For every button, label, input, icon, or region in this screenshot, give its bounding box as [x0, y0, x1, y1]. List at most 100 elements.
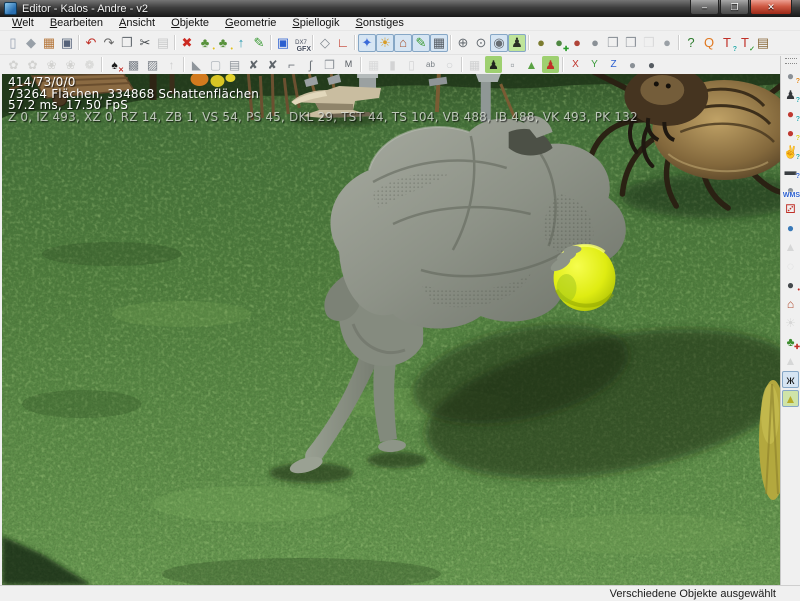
tree-paint-alt-icon[interactable]: ♣• [214, 34, 232, 52]
delete-icon[interactable]: ✖ [178, 34, 196, 52]
sphere-markers-icon[interactable]: ●• [782, 276, 799, 293]
mesh-object-icon[interactable]: ◆ [22, 34, 40, 52]
select-add-icon[interactable]: ⊕ [454, 34, 472, 52]
select-box-icon[interactable]: ◉ [490, 34, 508, 52]
scythe-tool-icon[interactable]: ⌐ [283, 56, 300, 73]
terrain-question-icon[interactable]: ? [682, 34, 700, 52]
grass-brush-icon[interactable]: ✿ [5, 56, 22, 73]
menu-geometrie[interactable]: Geometrie [217, 17, 284, 30]
dice-icon[interactable]: ⚂ [782, 200, 799, 217]
cut-icon[interactable]: ✂ [136, 34, 154, 52]
menu-spiellogik[interactable]: Spiellogik [284, 17, 347, 30]
snap-star-icon[interactable]: ✦ [358, 34, 376, 52]
picture-frame-icon[interactable]: ▤ [226, 56, 243, 73]
dx7-gfx-icon[interactable]: DX7GFX [292, 34, 310, 52]
cloud-gray-icon[interactable]: ◌ [782, 257, 799, 274]
scene-canvas[interactable] [2, 74, 780, 585]
axis-x-lock-icon[interactable]: X [567, 56, 584, 73]
redo-icon[interactable]: ↷ [100, 34, 118, 52]
flower-brush-icon[interactable]: ❀ [43, 56, 60, 73]
mound-gray-icon[interactable]: ▲ [782, 352, 799, 369]
sphere-olive-icon[interactable]: ● [532, 34, 550, 52]
wall-texture-icon[interactable]: ▤ [754, 34, 772, 52]
menu-welt[interactable]: Welt [4, 17, 42, 30]
water-drop-icon[interactable]: ○ [441, 56, 458, 73]
apple-question-icon[interactable]: ●? [782, 124, 799, 141]
paste-icon[interactable]: ▤ [154, 34, 172, 52]
bucket-icon[interactable]: ▯ [403, 56, 420, 73]
sun-terrain-gray-icon[interactable]: ☀ [782, 314, 799, 331]
glove-check-icon[interactable]: ✌? [782, 143, 799, 160]
save-icon[interactable]: ▣ [58, 34, 76, 52]
sprout-brush-icon[interactable]: ❁ [81, 56, 98, 73]
figure-mound-icon[interactable]: ♟ [485, 56, 502, 73]
sphere-add-icon[interactable]: ●✚ [550, 34, 568, 52]
grass-brush-alt-icon[interactable]: ✿ [24, 56, 41, 73]
axis-triad-icon[interactable]: ∟ [334, 34, 352, 52]
rope-tool-icon[interactable]: ʃ [302, 56, 319, 73]
animate-figure-icon[interactable]: ж [782, 371, 799, 388]
rock-tool-icon[interactable]: ◣ [188, 56, 205, 73]
raise-terrain-icon[interactable]: ↑ [163, 56, 180, 73]
person-question-icon[interactable]: ♟? [782, 86, 799, 103]
sphere-red-icon[interactable]: ● [568, 34, 586, 52]
blue-frame-icon[interactable]: ▣ [274, 34, 292, 52]
tree-paint-icon[interactable]: ♣• [196, 34, 214, 52]
undo-icon[interactable]: ↶ [82, 34, 100, 52]
viewport-3d[interactable]: 414/73/0/0 73264 Flächen, 334868 Schatte… [2, 74, 780, 585]
green-mound-icon[interactable]: ▲ [523, 56, 540, 73]
sphere-tool-icon[interactable]: ● [624, 56, 641, 73]
quest-marker-icon[interactable]: Q [700, 34, 718, 52]
book-question-icon[interactable]: ▬? [782, 162, 799, 179]
crossed-tools-icon[interactable]: ✘ [245, 56, 262, 73]
menu-objekte[interactable]: Objekte [163, 17, 217, 30]
menu-bearbeiten[interactable]: Bearbeiten [42, 17, 111, 30]
axis-y-lock-icon[interactable]: Y [586, 56, 603, 73]
import-up-icon[interactable]: ↑ [232, 34, 250, 52]
axis-z-lock-icon[interactable]: Z [605, 56, 622, 73]
menu-sonstiges[interactable]: Sonstiges [348, 17, 412, 30]
place-figure-icon[interactable]: ♟ [508, 34, 526, 52]
terrain-gray-icon[interactable]: ▲ [782, 238, 799, 255]
object-question-icon[interactable]: ●? [782, 67, 799, 84]
bomb-question-icon[interactable]: ●? [782, 105, 799, 122]
terrain-sun-icon[interactable]: ☀ [376, 34, 394, 52]
show-grid-icon[interactable]: ▦ [430, 34, 448, 52]
textured-cube-icon[interactable]: ▦ [40, 34, 58, 52]
minimize-button[interactable]: – [690, 0, 719, 15]
edit-pencil-icon[interactable]: ✎ [250, 34, 268, 52]
maximize-button[interactable]: ❐ [720, 0, 749, 15]
select-single-icon[interactable]: ⊙ [472, 34, 490, 52]
clone-cubes-icon[interactable]: ❒ [604, 34, 622, 52]
flat-grid-icon[interactable]: ▢ [207, 56, 224, 73]
text-question-icon[interactable]: T? [718, 34, 736, 52]
rotate-clone-icon[interactable]: ❒ [321, 56, 338, 73]
copy-icon[interactable]: ❐ [118, 34, 136, 52]
pattern-grid-icon[interactable]: ▩ [125, 56, 142, 73]
dotted-selection-icon[interactable]: ▫ [504, 56, 521, 73]
sphere-tool-dark-icon[interactable]: ● [643, 56, 660, 73]
flower-brush-alt-icon[interactable]: ❀ [62, 56, 79, 73]
clone-cubes-alt-icon[interactable]: ❒ [622, 34, 640, 52]
globe-icon[interactable]: ● [782, 219, 799, 236]
sphere-dark-icon[interactable]: ● [658, 34, 676, 52]
new-file-icon[interactable]: ▯ [4, 34, 22, 52]
pattern-grid-alt-icon[interactable]: ▨ [144, 56, 161, 73]
tree-delete-icon[interactable]: ♠✕ [106, 56, 123, 73]
house-icon[interactable]: ⌂ [782, 295, 799, 312]
anchor-m-icon[interactable]: M [340, 56, 357, 73]
menu-ansicht[interactable]: Ansicht [111, 17, 163, 30]
sphere-gray-icon[interactable]: ● [586, 34, 604, 52]
text-check-icon[interactable]: T✓ [736, 34, 754, 52]
show-houses-icon[interactable]: ⌂ [394, 34, 412, 52]
wms-sphere-icon[interactable]: ●WMS [782, 181, 799, 198]
close-button[interactable]: ✕ [750, 0, 792, 15]
terrain-yellow-icon[interactable]: ▲ [782, 390, 799, 407]
crossed-tools-alt-icon[interactable]: ✘ [264, 56, 281, 73]
grid-faded-icon[interactable]: ▦ [365, 56, 382, 73]
cylinder-icon[interactable]: ▮ [384, 56, 401, 73]
terrain-patch-icon[interactable]: ▦ [466, 56, 483, 73]
wire-cube-icon[interactable]: ◇ [316, 34, 334, 52]
figure-red-mound-icon[interactable]: ♟ [542, 56, 559, 73]
toolbar-grip[interactable] [785, 58, 797, 64]
